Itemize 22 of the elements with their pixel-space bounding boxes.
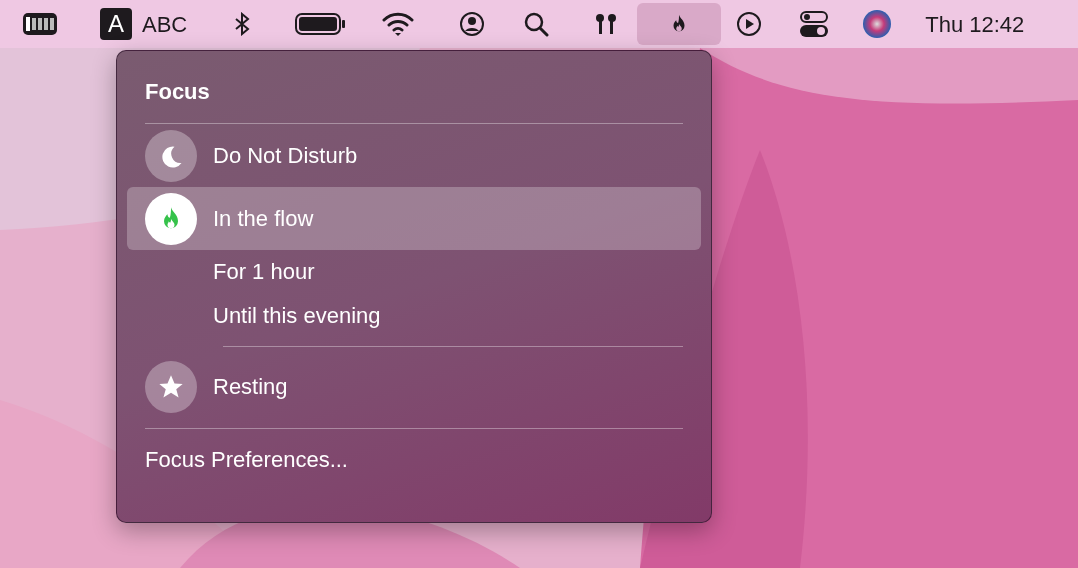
toggles-icon bbox=[800, 10, 829, 38]
duration-option[interactable]: Until this evening bbox=[127, 294, 701, 338]
menu-title: Focus bbox=[144, 78, 211, 106]
focus-mode-item[interactable]: Do Not Disturb bbox=[127, 124, 701, 187]
search-icon bbox=[523, 11, 549, 37]
mode-label: In the flow bbox=[213, 205, 314, 233]
focus-mode-item[interactable]: Resting bbox=[127, 355, 701, 418]
input-source-name[interactable]: ABC bbox=[142, 7, 188, 41]
siri-icon bbox=[863, 10, 892, 38]
input-source-letter[interactable]: A bbox=[100, 8, 132, 40]
mode-label: Resting bbox=[213, 373, 288, 401]
battery-icon bbox=[294, 13, 346, 35]
user-icon bbox=[459, 11, 486, 37]
preferences-item[interactable]: Focus Preferences... bbox=[127, 429, 701, 490]
play-icon bbox=[736, 11, 763, 37]
keyboard-brightness-icon bbox=[22, 12, 58, 36]
clock[interactable]: Thu 12:42 bbox=[925, 7, 1025, 41]
duration-option[interactable]: For 1 hour bbox=[127, 250, 701, 294]
mode-label: Do Not Disturb bbox=[213, 142, 358, 170]
focus-item[interactable] bbox=[637, 3, 722, 45]
wifi-icon bbox=[382, 11, 415, 37]
focus-mode-item[interactable]: In the flow bbox=[127, 187, 701, 250]
